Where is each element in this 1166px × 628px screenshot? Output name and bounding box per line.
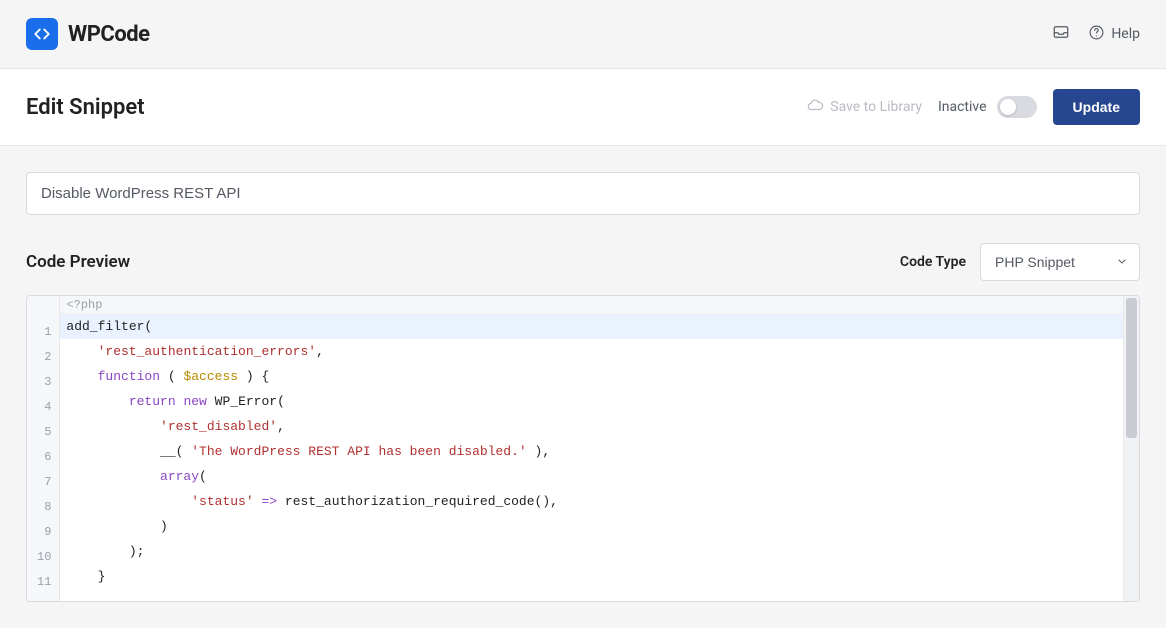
toolbar-actions: Save to Library Inactive Update: [806, 89, 1140, 125]
code-line[interactable]: 'status' => rest_authorization_required_…: [60, 489, 1139, 514]
brand-logo-icon: [26, 18, 58, 50]
save-to-library-button[interactable]: Save to Library: [806, 96, 922, 118]
gutter-line-number: 8: [37, 495, 51, 520]
gutter-line-number: 7: [37, 470, 51, 495]
scroll-thumb[interactable]: [1126, 298, 1137, 438]
code-line[interactable]: );: [60, 539, 1139, 564]
page-title: Edit Snippet: [26, 95, 145, 120]
code-type-label: Code Type: [900, 254, 966, 270]
brand-name: WPCode: [68, 22, 150, 47]
editor-scrollbar[interactable]: [1123, 296, 1139, 601]
code-line[interactable]: 'rest_disabled',: [60, 414, 1139, 439]
gutter-line-number: 5: [37, 420, 51, 445]
status-label: Inactive: [938, 99, 987, 115]
help-link[interactable]: Help: [1088, 24, 1140, 45]
snippet-title-input[interactable]: [26, 172, 1140, 215]
readonly-php-open: <?php: [60, 296, 1139, 314]
page-toolbar: Edit Snippet Save to Library Inactive Up…: [0, 69, 1166, 146]
top-bar-right: Help: [1052, 23, 1140, 45]
gutter-line-number: 4: [37, 395, 51, 420]
code-line[interactable]: 'rest_authentication_errors',: [60, 339, 1139, 364]
code-line[interactable]: add_filter(: [60, 314, 1139, 339]
code-editor[interactable]: 1234567891011 <?php add_filter( 'rest_au…: [26, 295, 1140, 602]
top-bar: WPCode Help: [0, 0, 1166, 69]
code-type-select[interactable]: PHP Snippet: [980, 243, 1140, 281]
help-label: Help: [1111, 26, 1140, 42]
gutter-line-number: 3: [37, 370, 51, 395]
code-line[interactable]: return new WP_Error(: [60, 389, 1139, 414]
status-group: Inactive: [938, 96, 1037, 118]
update-button[interactable]: Update: [1053, 89, 1140, 125]
code-type-group: Code Type PHP Snippet: [900, 243, 1140, 281]
code-lines[interactable]: add_filter( 'rest_authentication_errors'…: [60, 314, 1139, 589]
section-header: Code Preview Code Type PHP Snippet: [26, 243, 1140, 281]
help-icon: [1088, 24, 1105, 45]
content: Code Preview Code Type PHP Snippet 12345…: [0, 146, 1166, 628]
gutter-line-number: 11: [37, 570, 51, 595]
code-line[interactable]: function ( $access ) {: [60, 364, 1139, 389]
gutter-line-number: 1: [37, 320, 51, 345]
code-line[interactable]: __( 'The WordPress REST API has been dis…: [60, 439, 1139, 464]
code-line[interactable]: }: [60, 564, 1139, 589]
cloud-icon: [806, 96, 824, 118]
active-toggle[interactable]: [997, 96, 1037, 118]
code-line[interactable]: ): [60, 514, 1139, 539]
gutter-line-number: 6: [37, 445, 51, 470]
brand: WPCode: [26, 18, 150, 50]
gutter-line-number: 10: [37, 545, 51, 570]
code-preview-title: Code Preview: [26, 252, 130, 272]
save-to-library-label: Save to Library: [830, 99, 922, 115]
toggle-knob: [1000, 99, 1016, 115]
editor-gutter: 1234567891011: [27, 296, 60, 601]
gutter-line-number: 2: [37, 345, 51, 370]
code-line[interactable]: array(: [60, 464, 1139, 489]
inbox-icon[interactable]: [1052, 23, 1070, 45]
gutter-line-number: 9: [37, 520, 51, 545]
